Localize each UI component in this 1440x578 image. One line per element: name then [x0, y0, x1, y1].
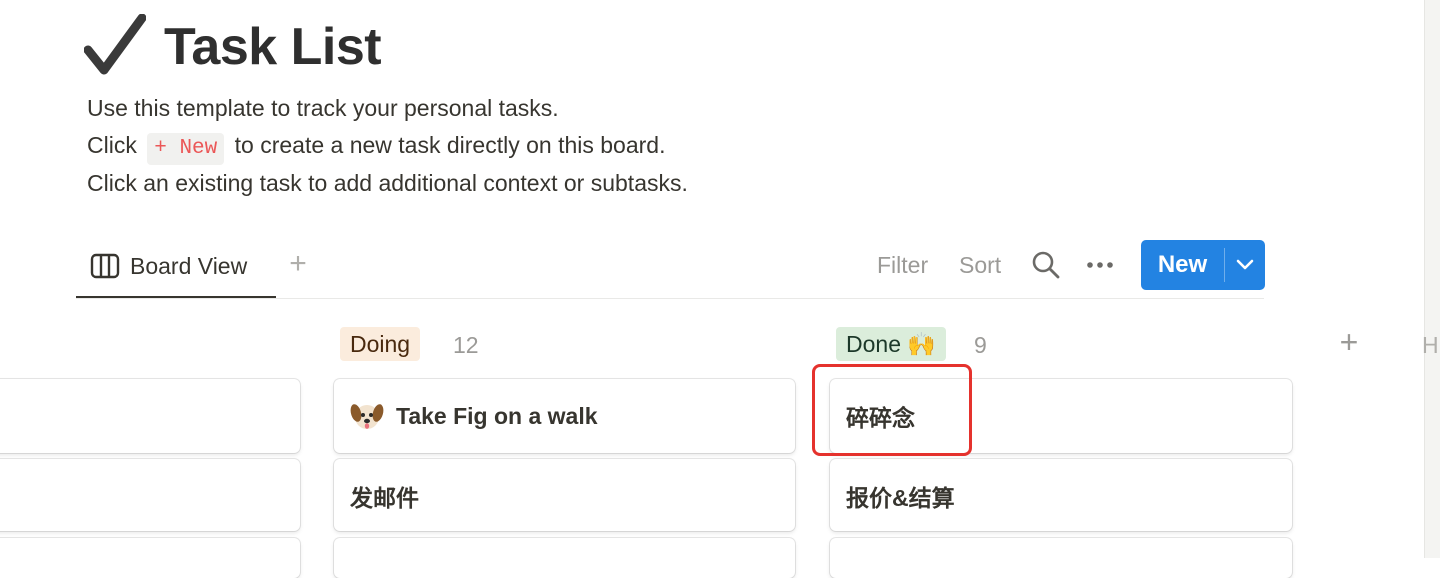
description-text: Click [87, 132, 137, 158]
new-button-dropdown[interactable] [1225, 240, 1265, 290]
chevron-down-icon [1236, 259, 1254, 270]
card[interactable] [0, 538, 300, 578]
group-label-doing[interactable]: Doing [340, 327, 421, 361]
description-line-1: Use this template to track your personal… [87, 95, 559, 121]
search-icon[interactable] [1031, 250, 1061, 280]
description-text: to create a new task directly on this bo… [234, 132, 666, 158]
filter-button[interactable]: Filter [877, 250, 928, 280]
sort-button[interactable]: Sort [959, 250, 1001, 280]
tab-label: Board View [130, 252, 248, 279]
description-line-2: Click + New to create a new task directl… [87, 130, 665, 165]
annotation-highlight-box [812, 364, 972, 456]
group-label-done[interactable]: Done 🙌 [836, 327, 947, 361]
inline-code-new: + New [147, 133, 225, 165]
card[interactable] [334, 538, 795, 578]
page-title: Task List [164, 18, 382, 76]
card-title: Take Fig on a walk [396, 402, 598, 429]
add-group-button[interactable]: + [1334, 326, 1364, 358]
right-edge-panel [1424, 0, 1440, 558]
description-line-3: Click an existing task to add additional… [87, 170, 688, 196]
card-title: 发邮件 [350, 485, 419, 511]
dog-face-icon [350, 404, 384, 429]
group-count-doing: 12 [453, 332, 479, 358]
card[interactable]: Take Fig on a walk [334, 379, 795, 453]
card[interactable] [830, 538, 1292, 578]
card-title-row: Take Fig on a walk [350, 379, 598, 453]
group-count-done: 9 [974, 332, 987, 358]
card[interactable]: 报价&结算 [830, 459, 1292, 531]
toolbar-divider [76, 298, 1264, 299]
card[interactable] [0, 379, 300, 453]
new-button[interactable]: New [1141, 240, 1265, 290]
card-title: 报价&结算 [846, 485, 955, 511]
add-view-button[interactable]: + [284, 249, 312, 280]
checkmark-icon [84, 14, 146, 75]
hidden-groups-label[interactable]: H [1422, 330, 1439, 360]
card[interactable]: 发邮件 [334, 459, 795, 531]
card[interactable] [0, 459, 300, 531]
tab-board-view[interactable]: Board View [90, 250, 247, 282]
board-view-icon [90, 253, 120, 279]
new-button-label[interactable]: New [1141, 240, 1224, 290]
more-icon[interactable] [1084, 252, 1116, 278]
